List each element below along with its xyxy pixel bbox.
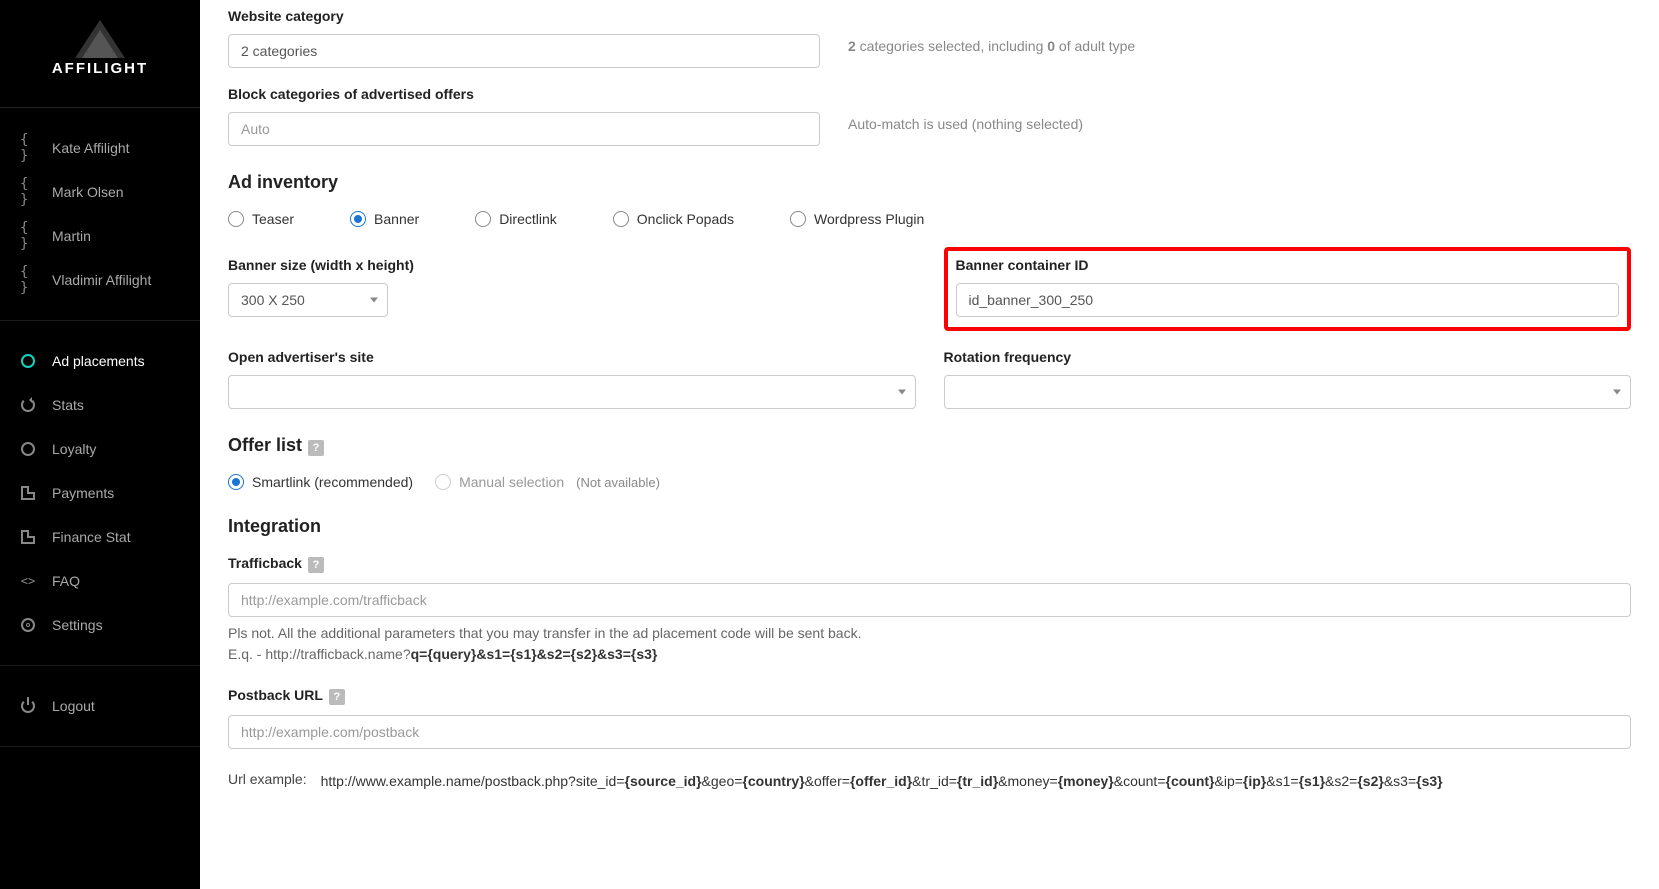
website-category-hint: 2 categories selected, including 0 of ad… — [848, 8, 1135, 54]
sidebar-users-group: { }Kate Affilight { }Mark Olsen { }Marti… — [0, 108, 200, 321]
ad-inventory-title: Ad inventory — [228, 172, 1631, 193]
braces-icon: { } — [20, 184, 36, 200]
logo-triangle-icon — [70, 20, 130, 65]
sidebar: AFFILIGHT { }Kate Affilight { }Mark Olse… — [0, 0, 200, 889]
sidebar-item-ad-placements[interactable]: Ad placements — [0, 339, 200, 383]
rotation-frequency-select[interactable] — [944, 375, 1632, 409]
ad-inventory-radios: Teaser Banner Directlink Onclick Popads … — [228, 211, 1631, 227]
brand-name: AFFILIGHT — [0, 60, 200, 77]
radio-icon — [228, 211, 244, 227]
postback-label: Postback URL? — [228, 687, 1631, 705]
sidebar-user-mark[interactable]: { }Mark Olsen — [0, 170, 200, 214]
url-example: Url example: http://www.example.name/pos… — [228, 771, 1631, 792]
braces-icon: { } — [20, 228, 36, 244]
braces-icon: { } — [20, 140, 36, 156]
sidebar-user-vladimir[interactable]: { }Vladimir Affilight — [0, 258, 200, 302]
sidebar-logout-group: Logout — [0, 666, 200, 747]
power-icon — [20, 698, 36, 714]
refresh-icon — [20, 397, 36, 413]
banner-size-label: Banner size (width x height) — [228, 257, 916, 273]
integration-title: Integration — [228, 516, 1631, 537]
help-icon[interactable]: ? — [308, 440, 324, 456]
offer-list-title: Offer list? — [228, 435, 1631, 456]
postback-input[interactable] — [228, 715, 1631, 749]
trafficback-label: Trafficback? — [228, 555, 1631, 573]
open-advertiser-select[interactable] — [228, 375, 916, 409]
radio-icon — [435, 474, 451, 490]
sidebar-item-loyalty[interactable]: Loyalty — [0, 427, 200, 471]
target-icon — [20, 353, 36, 369]
trafficback-note: Pls not. All the additional parameters t… — [228, 623, 1631, 665]
radio-wordpress-plugin[interactable]: Wordpress Plugin — [790, 211, 924, 227]
sidebar-nav-group: Ad placements Stats Loyalty Payments Fin… — [0, 321, 200, 666]
sidebar-item-finance-stat[interactable]: Finance Stat — [0, 515, 200, 559]
arrows-icon: <> — [20, 573, 36, 589]
radio-icon — [613, 211, 629, 227]
radio-icon — [475, 211, 491, 227]
rotation-frequency-label: Rotation frequency — [944, 349, 1632, 365]
radio-manual-selection: Manual selection(Not available) — [435, 474, 660, 490]
banner-container-label: Banner container ID — [956, 257, 1620, 273]
url-example-label: Url example: — [228, 771, 307, 787]
website-category-label: Website category — [228, 8, 820, 24]
block-categories-label: Block categories of advertised offers — [228, 86, 820, 102]
radio-teaser[interactable]: Teaser — [228, 211, 294, 227]
banner-container-input[interactable] — [956, 283, 1620, 317]
radio-icon — [350, 211, 366, 227]
block-categories-hint: Auto-match is used (nothing selected) — [848, 86, 1083, 132]
brand-logo: AFFILIGHT — [0, 0, 200, 108]
help-icon[interactable]: ? — [329, 689, 345, 705]
main-content: Website category 2 categories selected, … — [200, 0, 1659, 889]
square-icon — [20, 529, 36, 545]
radio-icon — [228, 474, 244, 490]
radio-banner[interactable]: Banner — [350, 211, 419, 227]
radio-directlink[interactable]: Directlink — [475, 211, 557, 227]
gear-icon — [20, 617, 36, 633]
url-example-value: http://www.example.name/postback.php?sit… — [321, 771, 1443, 792]
website-category-select[interactable] — [228, 34, 820, 68]
sidebar-item-stats[interactable]: Stats — [0, 383, 200, 427]
sidebar-item-logout[interactable]: Logout — [0, 684, 200, 728]
circle-icon — [20, 441, 36, 457]
trafficback-input[interactable] — [228, 583, 1631, 617]
sidebar-item-settings[interactable]: Settings — [0, 603, 200, 647]
radio-icon — [790, 211, 806, 227]
sidebar-user-martin[interactable]: { }Martin — [0, 214, 200, 258]
square-icon — [20, 485, 36, 501]
block-categories-input[interactable] — [228, 112, 820, 146]
open-advertiser-label: Open advertiser's site — [228, 349, 916, 365]
sidebar-user-kate[interactable]: { }Kate Affilight — [0, 126, 200, 170]
sidebar-item-payments[interactable]: Payments — [0, 471, 200, 515]
radio-smartlink[interactable]: Smartlink (recommended) — [228, 474, 413, 490]
banner-container-highlight: Banner container ID — [944, 247, 1632, 331]
braces-icon: { } — [20, 272, 36, 288]
radio-onclick-popads[interactable]: Onclick Popads — [613, 211, 734, 227]
banner-size-select[interactable] — [228, 283, 388, 317]
sidebar-item-faq[interactable]: <>FAQ — [0, 559, 200, 603]
help-icon[interactable]: ? — [308, 557, 324, 573]
